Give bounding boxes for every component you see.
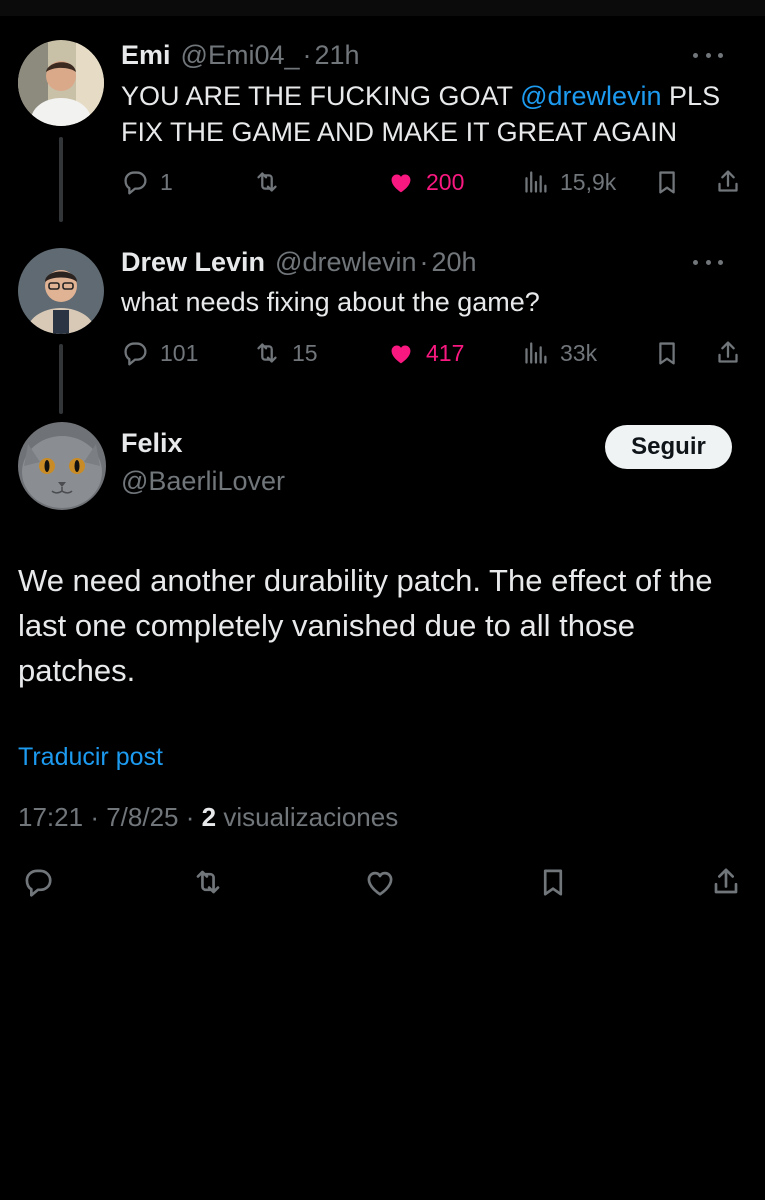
status-bar-strip (0, 0, 765, 16)
bookmark-icon (659, 171, 675, 194)
bookmark-icon (543, 869, 563, 896)
like-count: 417 (426, 339, 465, 366)
reply-count: 1 (160, 168, 173, 195)
avatar[interactable] (18, 248, 104, 334)
like-button[interactable] (360, 862, 400, 902)
repost-icon (196, 870, 220, 894)
post-date[interactable]: 7/8/25 (106, 802, 178, 832)
bookmark-button[interactable] (650, 162, 684, 202)
repost-button[interactable] (250, 162, 292, 202)
tweet-text: YOU ARE THE FUCKING GOAT @drewlevin PLS … (121, 78, 747, 150)
like-button[interactable]: 417 (384, 333, 464, 373)
repost-count: 15 (292, 339, 318, 366)
post-text: We need another durability patch. The ef… (18, 563, 713, 688)
mention-link[interactable]: @drewlevin (520, 81, 661, 111)
reply-count: 101 (160, 339, 199, 366)
views-button[interactable]: 15,9k (518, 162, 616, 202)
reply-button[interactable] (18, 862, 58, 902)
tweet-header: Drew Levin @drewlevin · 20h (121, 245, 745, 279)
repost-button[interactable] (188, 862, 228, 902)
views-count: 33k (560, 339, 598, 366)
views-icon (525, 342, 547, 364)
author-name[interactable]: Felix (121, 428, 183, 459)
separator: · (185, 802, 195, 832)
tweet-header: Emi @Emi04_ · 21h (121, 38, 745, 72)
reply-icon (124, 171, 147, 195)
timestamp[interactable]: 21h (315, 40, 360, 71)
repost-button[interactable]: 15 (250, 333, 318, 373)
views-icon (525, 171, 547, 193)
avatar[interactable] (18, 40, 104, 126)
tweet-actions: 1 200 15,9k (0, 162, 765, 202)
views-label: visualizaciones (223, 802, 399, 832)
reply-button[interactable]: 101 (118, 333, 198, 373)
share-icon (718, 341, 738, 363)
more-icon[interactable] (693, 38, 723, 72)
repost-icon (257, 343, 277, 363)
share-button[interactable] (711, 333, 745, 373)
reply-icon (124, 342, 147, 366)
reply-icon (25, 869, 52, 897)
bookmark-button[interactable] (533, 862, 573, 902)
repost-icon (257, 172, 277, 192)
share-button[interactable] (706, 862, 746, 902)
views-button[interactable]: 33k (518, 333, 597, 373)
bookmark-icon (659, 342, 675, 365)
author-handle[interactable]: @Emi04_ (181, 40, 300, 71)
views-count: 15,9k (560, 168, 617, 195)
follow-button[interactable]: Seguir (605, 425, 732, 469)
share-button[interactable] (711, 162, 745, 202)
heart-icon (367, 871, 393, 896)
tweet-text-part: YOU ARE THE FUCKING GOAT (121, 81, 521, 111)
timestamp[interactable]: 20h (432, 247, 477, 278)
share-icon (718, 170, 738, 192)
heart-icon (391, 174, 411, 193)
post-meta: 17:21 · 7/8/25 · 2 visualizaciones (18, 802, 398, 833)
separator: · (302, 39, 312, 70)
like-count: 200 (426, 168, 465, 195)
reply-button[interactable]: 1 (118, 162, 173, 202)
author-handle[interactable]: @drewlevin (275, 247, 416, 278)
author-handle[interactable]: @BaerliLover (121, 466, 285, 497)
separator: · (90, 802, 99, 832)
tweet-actions: 101 15 417 33k (0, 333, 765, 373)
heart-icon (391, 345, 411, 364)
avatar[interactable] (18, 422, 106, 510)
post-thread-page: Emi @Emi04_ · 21h YOU ARE THE FUCKING GO… (0, 0, 765, 1200)
views-count: 2 (201, 802, 217, 832)
share-icon (714, 868, 738, 894)
post-time[interactable]: 17:21 (18, 802, 83, 832)
post-actions (0, 862, 765, 908)
tweet-text: what needs fixing about the game? (121, 287, 540, 317)
author-name[interactable]: Drew Levin (121, 247, 265, 278)
bookmark-button[interactable] (650, 333, 684, 373)
author-name[interactable]: Emi (121, 40, 171, 71)
like-button[interactable]: 200 (384, 162, 464, 202)
separator: · (419, 246, 429, 277)
translate-post-link[interactable]: Traducir post (18, 743, 163, 772)
more-icon[interactable] (693, 245, 723, 279)
